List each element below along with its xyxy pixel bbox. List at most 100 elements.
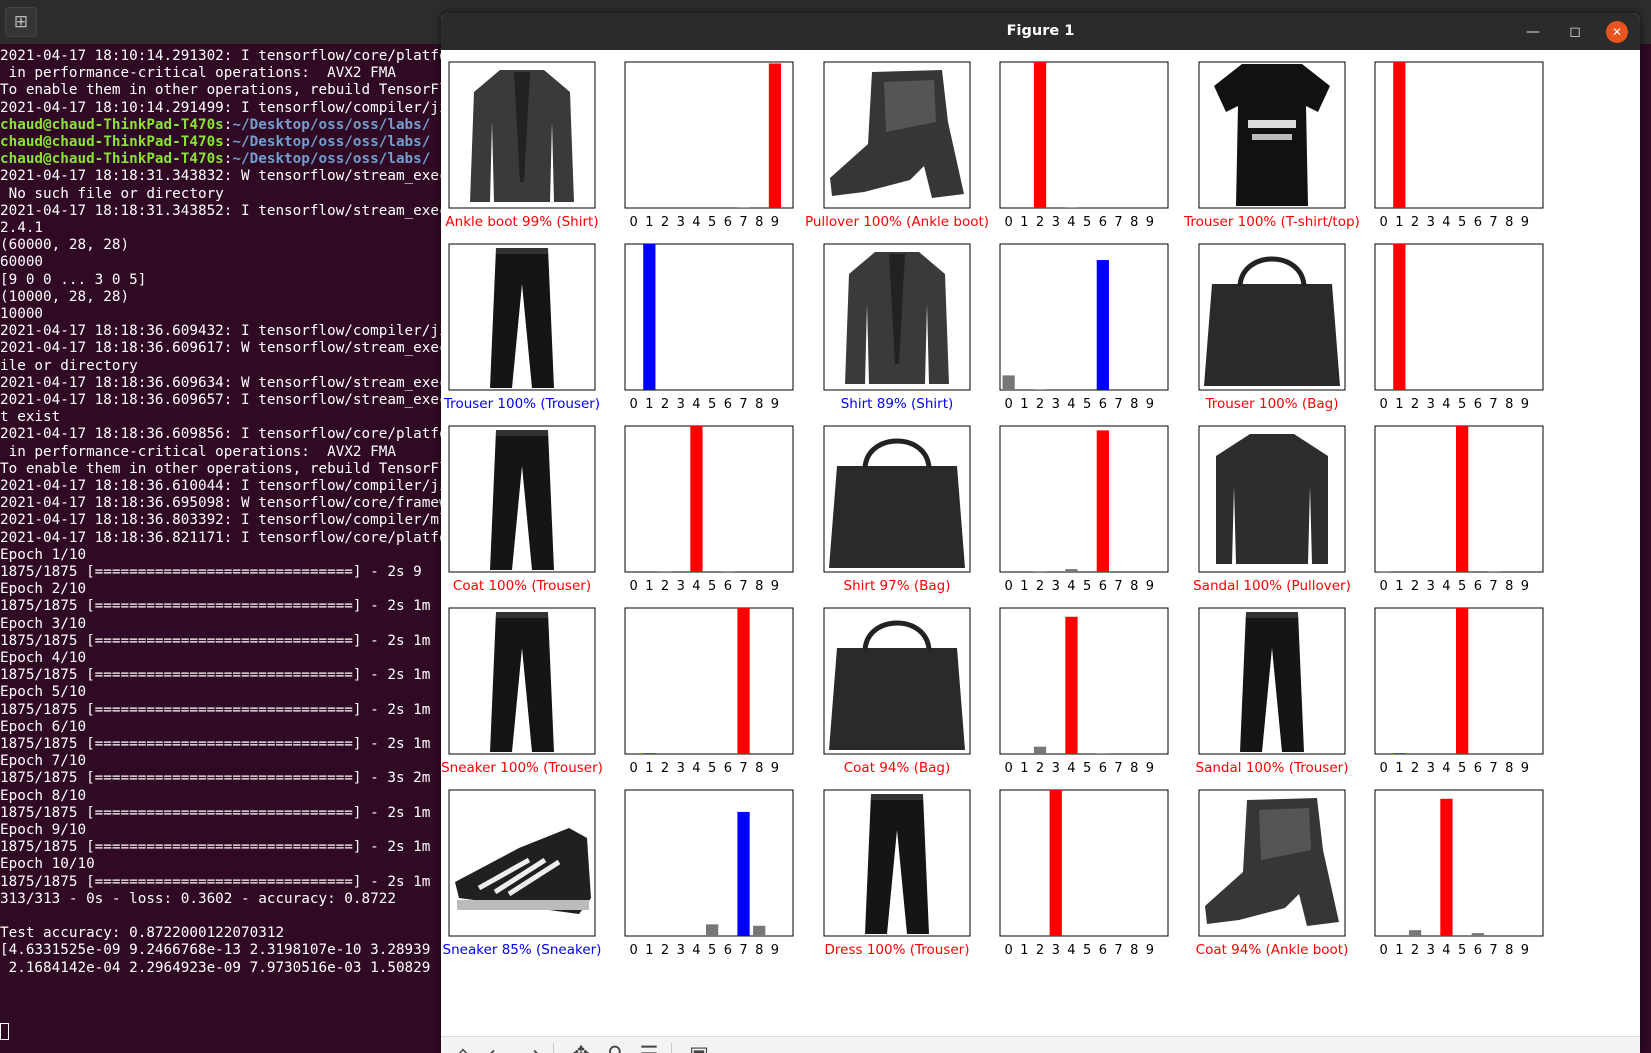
terminal-line: Epoch 6/10 [0,718,86,736]
line-text: (10000, 28, 28) [0,288,130,305]
line-text: 1875/1875 [=============================… [0,564,422,580]
tick-label: 2 [1036,943,1044,958]
line-text: 1875/1875 [=============================… [0,736,431,752]
back-button[interactable]: ← [483,1040,511,1053]
terminal-line: 1875/1875 [=============================… [0,838,430,856]
tick-label: 1 [645,943,653,958]
terminal-line: 1875/1875 [=============================… [0,666,430,684]
minimize-button[interactable]: — [1522,21,1544,43]
prediction-caption: Sneaker 100% (Trouser) [441,760,603,776]
tick-label: 2 [661,579,669,594]
terminal-line: 2021-04-17 18:18:36.609657: I tensorflow… [0,391,446,409]
item-sole [457,900,589,910]
tick-label: 0 [1379,943,1387,958]
probability-bar [1393,244,1406,390]
tick-label: 7 [1489,943,1497,958]
figure-titlebar[interactable]: Figure 1 — ◻ ✕ [441,13,1640,50]
subplot-pair: Dress 100% (Trouser) 0 1 2 3 4 5 6 7 8 9 [823,789,1169,958]
bar-axes [999,243,1169,391]
tick-label: 4 [1442,943,1450,958]
terminal-line: 1875/1875 [=============================… [0,597,430,615]
prediction-caption: Ankle boot 99% (Shirt) [445,214,598,230]
terminal-line: chaud@chaud-ThinkPad-T470s:~/Desktop/oss… [0,116,430,134]
line-text: 2021-04-17 18:18:36.610044: I tensorflow… [0,478,446,494]
tick-label: 1 [1395,215,1403,230]
tick-label: 2 [1411,397,1419,412]
tick-label: 6 [1474,215,1482,230]
prediction-caption: Trouser 100% (Trouser) [443,396,600,412]
terminal-line: Epoch 2/10 [0,580,86,598]
pan-button[interactable]: ✥ [567,1040,595,1053]
tick-label: 7 [739,215,747,230]
tick-label: 8 [1130,579,1138,594]
configure-subplots-button[interactable]: ☰ [635,1040,663,1053]
terminal-line: Epoch 5/10 [0,683,86,701]
tick-label: 7 [1114,943,1122,958]
prediction-caption: Shirt 89% (Shirt) [841,396,954,412]
terminal-edge [1640,44,1651,1053]
tick-label: 5 [1083,761,1091,776]
terminal-line: No such file or directory [0,185,224,203]
line-text: Epoch 1/10 [0,546,87,563]
zoom-button[interactable]: ⚲ [601,1040,629,1053]
configure-subplots-icon: ☰ [640,1042,659,1053]
terminal-line: To enable them in other operations, rebu… [0,460,446,478]
terminal-line: 2021-04-17 18:18:36.609432: I tensorflow… [0,322,446,340]
subplot-pair: Sneaker 85% (Sneaker) 0 1 2 3 4 5 6 7 8 9 [443,789,794,958]
terminal-line: 2021-04-17 18:18:36.695098: W tensorflow… [0,494,446,512]
probability-bar [1096,430,1109,572]
tick-label: 4 [692,761,700,776]
terminal-line: 2021-04-17 18:10:14.291499: I tensorflow… [0,99,446,117]
tick-label: 2 [1036,397,1044,412]
home-button[interactable]: ⌂ [449,1040,477,1053]
tick-label: 1 [645,397,653,412]
close-button[interactable]: ✕ [1606,21,1628,43]
terminal-line: 2021-04-17 18:18:36.821171: I tensorflow… [0,529,446,547]
new-tab-icon: ⊞ [13,12,29,32]
line-text: 313/313 - 0s - loss: 0.3602 - accuracy: … [0,890,396,907]
maximize-button[interactable]: ◻ [1564,21,1586,43]
terminal-line: 2021-04-17 18:18:31.343852: I tensorflow… [0,202,446,220]
probability-bar [1033,389,1047,390]
line-text: 1875/1875 [=============================… [0,632,431,649]
terminal-output[interactable]: 2021-04-17 18:10:14.291302: I tensorflow… [0,44,446,1053]
line-text: 1875/1875 [=============================… [0,873,431,890]
item-waistband [1246,612,1298,618]
tick-label: 0 [1004,943,1012,958]
tick-label: 1 [645,761,653,776]
terminal-line: in performance-critical operations: AVX2… [0,64,396,82]
bar-axes [624,61,794,209]
forward-button[interactable]: → [517,1040,545,1053]
probability-bar [1096,260,1109,390]
save-button[interactable]: ▣ [685,1040,713,1053]
terminal-line: Epoch 8/10 [0,787,86,805]
line-text: Epoch 5/10 [0,684,87,701]
figure-canvas: Ankle boot 99% (Shirt) 0 1 2 3 4 5 6 7 8 9 Pullover… [441,61,1544,958]
terminal-line: chaud@chaud-ThinkPad-T470s:~/Desktop/oss… [0,150,430,168]
subplot-pair: Sneaker 100% (Trouser) 0 1 2 3 4 5 6 7 8 9 [441,607,794,776]
tick-label: 6 [724,943,732,958]
pan-move-icon: ✥ [572,1042,590,1053]
save-floppy-icon: ▣ [689,1042,709,1053]
tick-label: 5 [1083,943,1091,958]
subplot-pair: Sandal 100% (Pullover) 0 1 2 3 4 5 6 7 8 9 [1193,425,1544,594]
probability-bar [1065,616,1078,754]
tick-label: 5 [1083,215,1091,230]
line-text: 2021-04-17 18:10:14.291302: I tensorflow… [0,48,446,64]
subplot-pair: Coat 94% (Ankle boot) 0 1 2 3 4 5 6 7 8 9 [1196,789,1544,958]
subplot-pair: Trouser 100% (Trouser) 0 1 2 3 4 5 6 7 8 9 [443,243,794,412]
tick-label: 2 [1411,215,1419,230]
figure-window[interactable]: Figure 1 — ◻ ✕ Ankle boot 99% (Shirt) 0 1 2… [441,13,1640,1053]
tick-label: 8 [755,397,763,412]
bar-axes [999,607,1169,755]
tick-label: 9 [1146,761,1154,776]
new-tab-button[interactable]: ⊞ [5,7,37,37]
subplot-pair: Sandal 100% (Trouser) 0 1 2 3 4 5 6 7 8 9 [1196,607,1544,776]
probability-bar [643,753,656,754]
terminal-line: 1875/1875 [=============================… [0,735,430,753]
line-text: To enable them in other operations, rebu… [0,460,446,477]
tick-label: 8 [1505,579,1513,594]
tick-label: 3 [1427,397,1435,412]
window-title: Figure 1 [1006,23,1075,39]
toolbar-separator [671,1043,672,1053]
